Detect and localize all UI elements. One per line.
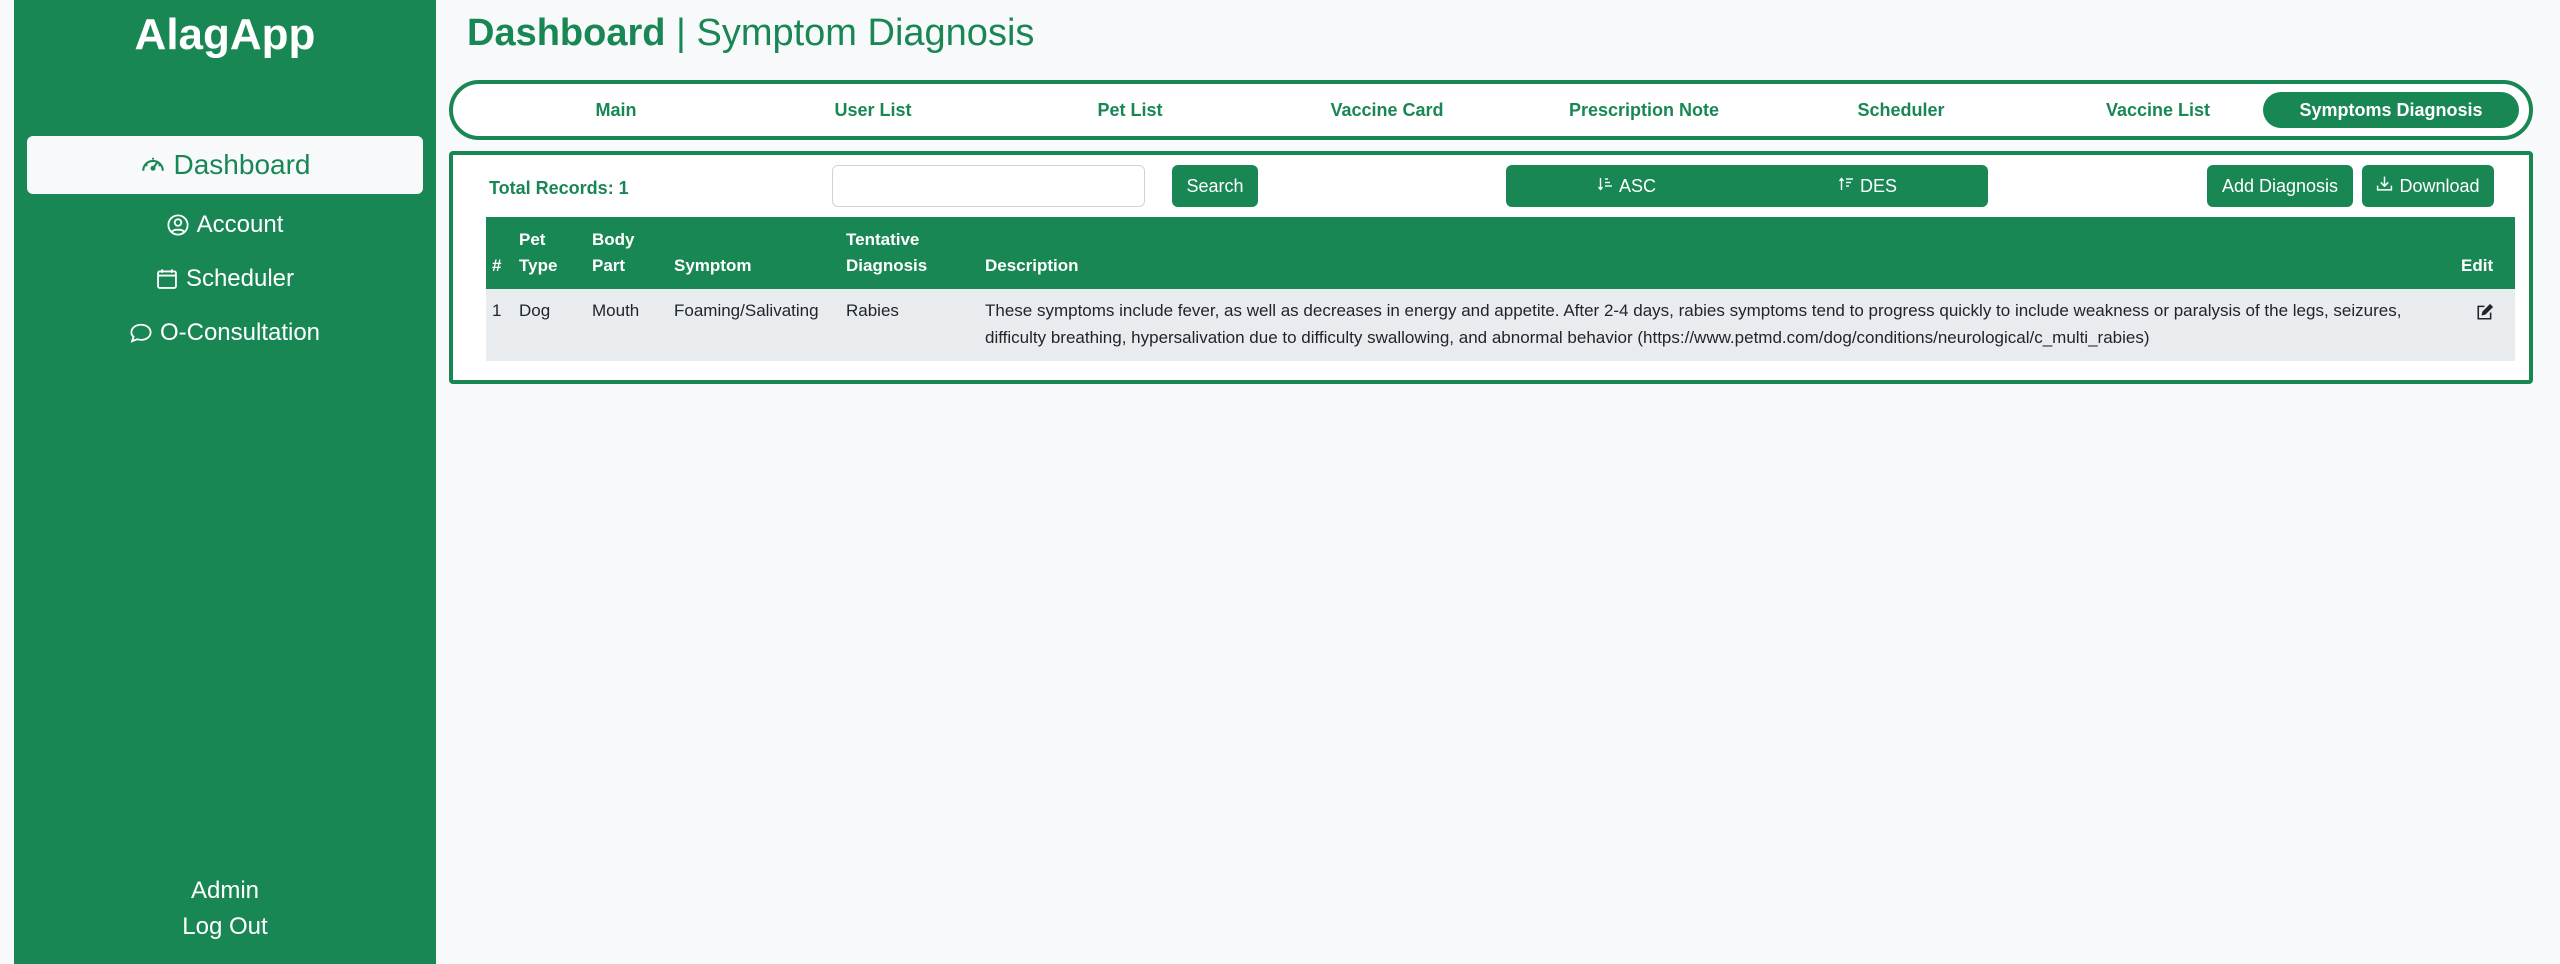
add-diagnosis-button[interactable]: Add Diagnosis <box>2207 165 2353 207</box>
table-header-row: # Pet Type Body Part Symptom Tentative D… <box>486 217 2515 289</box>
chat-bubble-icon <box>130 322 152 344</box>
sidebar-item-label: Dashboard <box>173 149 311 180</box>
add-diagnosis-label: Add Diagnosis <box>2221 175 2339 196</box>
calendar-icon <box>156 268 178 290</box>
sort-des-button[interactable]: DES <box>1747 165 1988 207</box>
sidebar-item-o-consultation[interactable]: O-Consultation <box>27 304 423 362</box>
table-row: 1 Dog Mouth Foaming/Salivating Rabies Th… <box>486 289 2515 361</box>
cell-description: These symptoms include fever, as well as… <box>979 289 2455 361</box>
download-icon <box>2376 175 2393 197</box>
sort-des-label: DES <box>1859 175 1897 196</box>
page-gutter <box>0 0 14 964</box>
admin-label: Admin <box>190 877 260 904</box>
page-title: Dashboard | Symptom Diagnosis <box>467 12 1034 55</box>
search-input[interactable] <box>832 165 1145 207</box>
tab-prescription-note[interactable]: Prescription Note <box>1529 92 1759 128</box>
column-header-edit: Edit <box>2455 217 2515 289</box>
tab-pet-list[interactable]: Pet List <box>1030 92 1230 128</box>
tab-bar: Main User List Pet List Vaccine Card Pre… <box>449 80 2533 140</box>
brand-logo[interactable]: AlagApp <box>14 10 436 60</box>
sort-button-group: ASC DES <box>1506 165 1988 207</box>
sidebar-item-label: Scheduler <box>185 265 295 292</box>
diagnosis-table: # Pet Type Body Part Symptom Tentative D… <box>486 217 2515 361</box>
cell-diagnosis: Rabies <box>840 289 979 361</box>
search-button[interactable]: Search <box>1172 165 1258 207</box>
tab-scheduler[interactable]: Scheduler <box>1801 92 2001 128</box>
column-header-diagnosis[interactable]: Tentative Diagnosis <box>840 217 979 289</box>
edit-icon[interactable] <box>2476 303 2494 325</box>
tab-main[interactable]: Main <box>516 92 716 128</box>
column-header-description[interactable]: Description <box>979 217 2455 289</box>
cell-body-part: Mouth <box>586 289 668 361</box>
tab-symptoms-diagnosis[interactable]: Symptoms Diagnosis <box>2263 92 2519 128</box>
speedometer-icon <box>140 152 166 178</box>
tab-vaccine-card[interactable]: Vaccine Card <box>1287 92 1487 128</box>
column-header-symptom[interactable]: Symptom <box>668 217 840 289</box>
download-button[interactable]: Download <box>2362 165 2494 207</box>
sidebar-item-dashboard[interactable]: Dashboard <box>27 136 423 194</box>
sidebar: AlagApp Dashboard Account Scheduler O-Co… <box>14 0 436 964</box>
sidebar-item-label: O-Consultation <box>159 319 321 346</box>
cell-edit <box>2455 289 2515 361</box>
total-records: Total Records: 1 <box>489 178 629 198</box>
sidebar-item-scheduler[interactable]: Scheduler <box>27 250 423 308</box>
page-title-main: Dashboard <box>467 12 666 54</box>
download-label: Download <box>2399 175 2480 196</box>
sort-descending-icon <box>1838 176 1854 197</box>
sort-ascending-icon <box>1597 176 1613 197</box>
column-header-body-part[interactable]: Body Part <box>586 217 668 289</box>
sort-asc-button[interactable]: ASC <box>1506 165 1747 207</box>
tab-vaccine-list[interactable]: Vaccine List <box>2058 92 2258 128</box>
column-header-number[interactable]: # <box>486 217 513 289</box>
sidebar-item-label: Account <box>196 211 284 238</box>
column-header-pet-type[interactable]: Pet Type <box>513 217 586 289</box>
cell-number: 1 <box>486 289 513 361</box>
user-circle-icon <box>167 214 189 236</box>
diagnosis-panel: Total Records: 1 Search ASC DES Add Diag… <box>449 151 2533 384</box>
tab-user-list[interactable]: User List <box>773 92 973 128</box>
page-title-separator: | <box>676 12 686 54</box>
sidebar-item-account[interactable]: Account <box>27 196 423 254</box>
search-button-label: Search <box>1186 175 1244 196</box>
cell-pet-type: Dog <box>513 289 586 361</box>
sort-asc-label: ASC <box>1618 175 1656 196</box>
logout-link[interactable]: Log Out <box>14 913 436 941</box>
cell-symptom: Foaming/Salivating <box>668 289 840 361</box>
page-title-sub: Symptom Diagnosis <box>696 12 1035 54</box>
